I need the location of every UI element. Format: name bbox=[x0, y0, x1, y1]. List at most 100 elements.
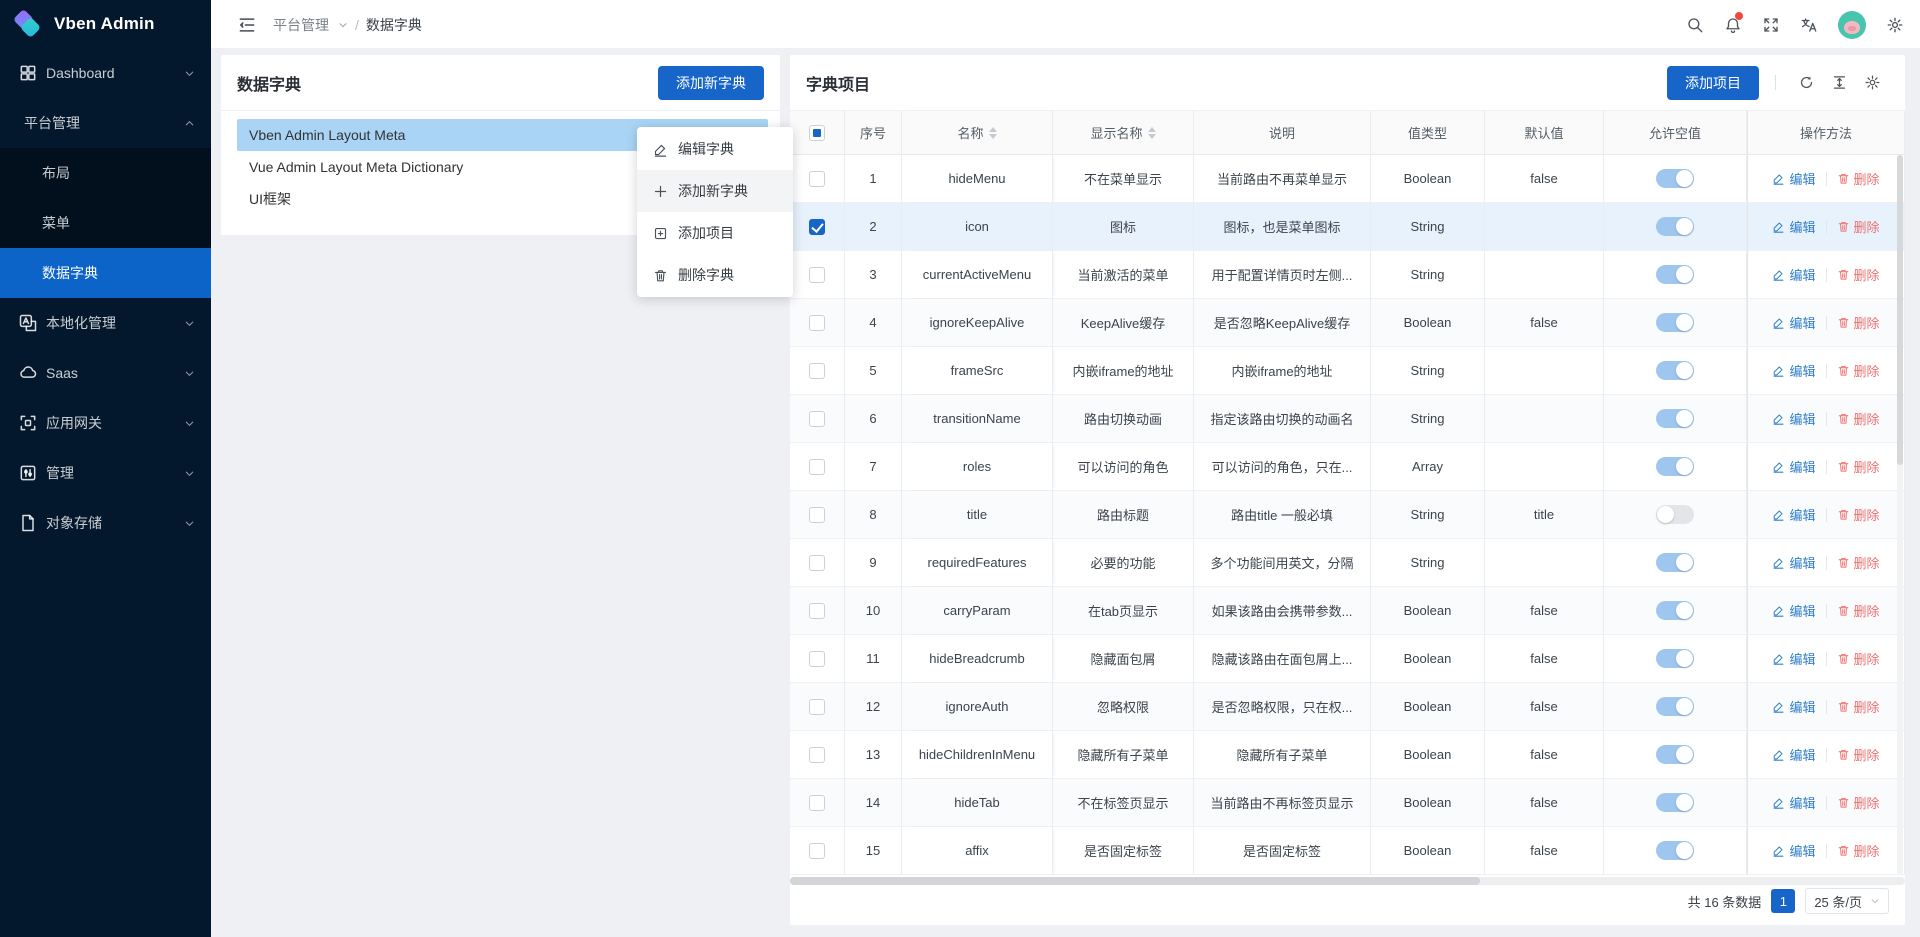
delete-link[interactable]: 删除 bbox=[1837, 793, 1880, 812]
delete-link[interactable]: 删除 bbox=[1837, 841, 1880, 860]
delete-link[interactable]: 删除 bbox=[1837, 265, 1880, 284]
row-checkbox[interactable] bbox=[809, 555, 825, 571]
row-checkbox[interactable] bbox=[809, 315, 825, 331]
logo[interactable]: Vben Admin bbox=[0, 0, 211, 48]
row-checkbox[interactable] bbox=[809, 699, 825, 715]
delete-link[interactable]: 删除 bbox=[1837, 697, 1880, 716]
context-menu-item-编辑字典[interactable]: 编辑字典 bbox=[637, 128, 793, 170]
add-item-button[interactable]: 添加项目 bbox=[1667, 66, 1759, 100]
page-number-button[interactable]: 1 bbox=[1771, 889, 1795, 913]
sort-icon[interactable] bbox=[1148, 127, 1156, 139]
bell-icon[interactable] bbox=[1714, 0, 1752, 49]
pencil-icon bbox=[1772, 412, 1785, 425]
row-checkbox[interactable] bbox=[809, 603, 825, 619]
allow-empty-toggle[interactable] bbox=[1656, 313, 1694, 332]
row-checkbox[interactable] bbox=[809, 267, 825, 283]
delete-link[interactable]: 删除 bbox=[1837, 601, 1880, 620]
fullscreen-icon[interactable] bbox=[1752, 0, 1790, 49]
avatar[interactable] bbox=[1838, 11, 1866, 39]
row-checkbox[interactable] bbox=[809, 651, 825, 667]
edit-link[interactable]: 编辑 bbox=[1772, 313, 1815, 332]
sidebar-item-菜单[interactable]: 菜单 bbox=[0, 198, 211, 248]
refresh-icon[interactable] bbox=[1798, 74, 1815, 91]
delete-link[interactable]: 删除 bbox=[1837, 745, 1880, 764]
delete-link[interactable]: 删除 bbox=[1837, 505, 1880, 524]
row-checkbox[interactable] bbox=[809, 507, 825, 523]
gear-icon[interactable] bbox=[1864, 74, 1881, 91]
allow-empty-toggle[interactable] bbox=[1656, 217, 1694, 236]
row-checkbox[interactable] bbox=[809, 747, 825, 763]
context-menu-item-删除字典[interactable]: 删除字典 bbox=[637, 254, 793, 296]
row-height-icon[interactable] bbox=[1831, 74, 1848, 91]
chevron-down-icon bbox=[184, 518, 195, 529]
edit-link[interactable]: 编辑 bbox=[1772, 601, 1815, 620]
sidebar-item-布局[interactable]: 布局 bbox=[0, 148, 211, 198]
context-menu-item-添加新字典[interactable]: 添加新字典 bbox=[637, 170, 793, 212]
edit-link[interactable]: 编辑 bbox=[1772, 697, 1815, 716]
gateway-icon bbox=[18, 413, 38, 433]
row-checkbox[interactable] bbox=[809, 219, 825, 235]
edit-link[interactable]: 编辑 bbox=[1772, 745, 1815, 764]
edit-link[interactable]: 编辑 bbox=[1772, 553, 1815, 572]
edit-link[interactable]: 编辑 bbox=[1772, 841, 1815, 860]
allow-empty-toggle[interactable] bbox=[1656, 697, 1694, 716]
allow-empty-toggle[interactable] bbox=[1656, 361, 1694, 380]
search-icon[interactable] bbox=[1676, 0, 1714, 49]
edit-link[interactable]: 编辑 bbox=[1772, 793, 1815, 812]
row-checkbox[interactable] bbox=[809, 843, 825, 859]
delete-link[interactable]: 删除 bbox=[1837, 409, 1880, 428]
edit-link[interactable]: 编辑 bbox=[1772, 265, 1815, 284]
sort-icon[interactable] bbox=[989, 127, 997, 139]
delete-link[interactable]: 删除 bbox=[1837, 361, 1880, 380]
allow-empty-toggle[interactable] bbox=[1656, 409, 1694, 428]
sidebar-item-Saas[interactable]: Saas bbox=[0, 348, 211, 398]
gear-icon[interactable] bbox=[1876, 0, 1914, 49]
sidebar-item-应用网关[interactable]: 应用网关 bbox=[0, 398, 211, 448]
context-menu-item-添加项目[interactable]: 添加项目 bbox=[637, 212, 793, 254]
sidebar-item-数据字典[interactable]: 数据字典 bbox=[0, 248, 211, 298]
edit-link[interactable]: 编辑 bbox=[1772, 649, 1815, 668]
allow-empty-toggle[interactable] bbox=[1656, 793, 1694, 812]
sidebar-item-管理[interactable]: 管理 bbox=[0, 448, 211, 498]
delete-link[interactable]: 删除 bbox=[1837, 457, 1880, 476]
allow-empty-toggle[interactable] bbox=[1656, 649, 1694, 668]
page-size-select[interactable]: 25 条/页 bbox=[1805, 888, 1889, 914]
edit-link[interactable]: 编辑 bbox=[1772, 409, 1815, 428]
delete-link[interactable]: 删除 bbox=[1837, 217, 1880, 236]
delete-link[interactable]: 删除 bbox=[1837, 169, 1880, 188]
allow-empty-toggle[interactable] bbox=[1656, 265, 1694, 284]
cell-default-value: title bbox=[1485, 491, 1604, 539]
allow-empty-toggle[interactable] bbox=[1656, 601, 1694, 620]
sidebar-item-对象存储[interactable]: 对象存储 bbox=[0, 498, 211, 548]
sidebar-item-本地化管理[interactable]: 本地化管理 bbox=[0, 298, 211, 348]
allow-empty-toggle[interactable] bbox=[1656, 745, 1694, 764]
allow-empty-toggle[interactable] bbox=[1656, 505, 1694, 524]
delete-link[interactable]: 删除 bbox=[1837, 313, 1880, 332]
row-checkbox[interactable] bbox=[809, 363, 825, 379]
menu-fold-icon[interactable] bbox=[237, 15, 257, 35]
row-checkbox[interactable] bbox=[809, 411, 825, 427]
edit-link[interactable]: 编辑 bbox=[1772, 361, 1815, 380]
allow-empty-toggle[interactable] bbox=[1656, 553, 1694, 572]
allow-empty-toggle[interactable] bbox=[1656, 169, 1694, 188]
edit-link[interactable]: 编辑 bbox=[1772, 457, 1815, 476]
sidebar-item-Dashboard[interactable]: Dashboard bbox=[0, 48, 211, 98]
allow-empty-toggle[interactable] bbox=[1656, 841, 1694, 860]
row-checkbox[interactable] bbox=[809, 459, 825, 475]
vertical-scrollbar[interactable] bbox=[1897, 155, 1903, 875]
trash-icon bbox=[1837, 316, 1850, 329]
allow-empty-toggle[interactable] bbox=[1656, 457, 1694, 476]
edit-link[interactable]: 编辑 bbox=[1772, 169, 1815, 188]
edit-link[interactable]: 编辑 bbox=[1772, 505, 1815, 524]
select-all-checkbox[interactable] bbox=[809, 125, 825, 141]
delete-link[interactable]: 删除 bbox=[1837, 649, 1880, 668]
add-dictionary-button[interactable]: 添加新字典 bbox=[658, 66, 764, 100]
sidebar-item-平台管理[interactable]: 平台管理 bbox=[0, 98, 211, 148]
language-icon[interactable] bbox=[1790, 0, 1828, 49]
row-checkbox[interactable] bbox=[809, 171, 825, 187]
horizontal-scrollbar[interactable] bbox=[790, 877, 1905, 885]
edit-link[interactable]: 编辑 bbox=[1772, 217, 1815, 236]
row-checkbox[interactable] bbox=[809, 795, 825, 811]
breadcrumb-parent[interactable]: 平台管理 bbox=[273, 15, 329, 35]
delete-link[interactable]: 删除 bbox=[1837, 553, 1880, 572]
